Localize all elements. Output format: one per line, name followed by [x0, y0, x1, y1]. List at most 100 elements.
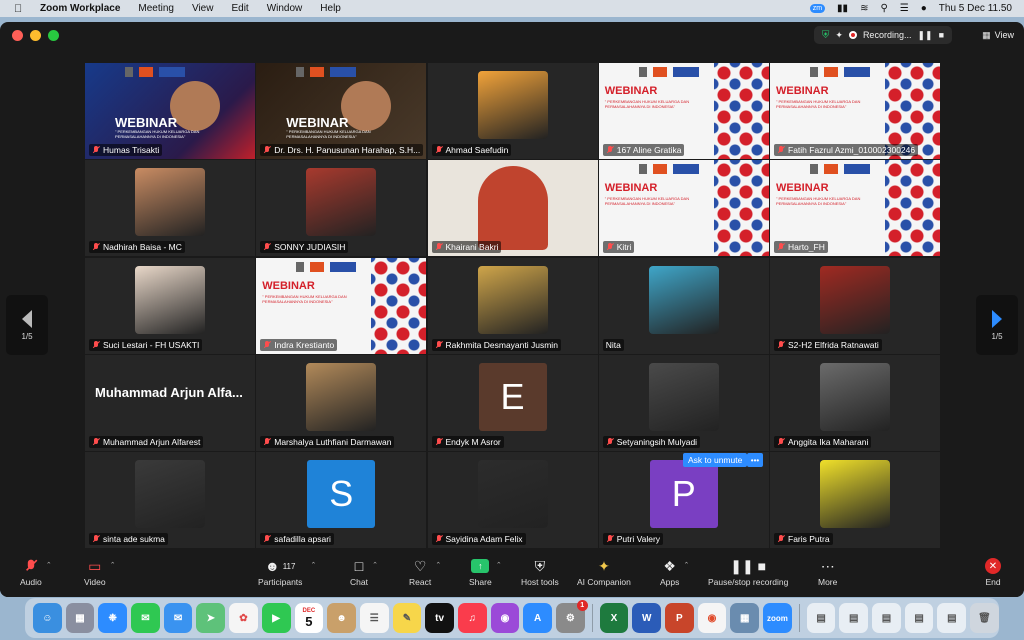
participant-tile[interactable]: WEBINAR " PERKEMBANGAN HUKUM KELUARGA DAN… [256, 63, 427, 159]
document-thumbnail-icon[interactable]: ▤ [904, 603, 934, 633]
apple-icon[interactable]:  [14, 3, 28, 15]
menu-view[interactable]: View [192, 3, 214, 14]
music-icon[interactable]: ♫ [457, 603, 487, 633]
chevron-up-icon[interactable]: ⌃ [684, 561, 690, 569]
menu-help[interactable]: Help [320, 3, 341, 14]
mail-icon[interactable]: ✉ [163, 603, 193, 633]
photos-icon[interactable]: ✿ [229, 603, 258, 633]
menu-app-name[interactable]: Zoom Workplace [40, 3, 120, 14]
fullscreen-window-button[interactable] [48, 29, 59, 41]
participant-tile[interactable]: Ahmad Saefudin [427, 63, 598, 159]
more-button[interactable]: ⋯ More [818, 555, 837, 588]
stop-icon[interactable]: ■ [939, 30, 944, 40]
participant-tile[interactable]: sinta ade sukma [85, 452, 255, 548]
participant-name-label: Suci Lestari - FH USAKTI [89, 338, 203, 351]
zoom-app-icon[interactable]: zoom [763, 603, 792, 633]
document-thumbnail-icon[interactable]: ▤ [872, 603, 901, 633]
audio-button[interactable]: Audio ⌃ [20, 555, 52, 587]
menubar-clock[interactable]: Thu 5 Dec 11.50 [939, 3, 1012, 14]
participant-tile[interactable]: Faris Putra [770, 452, 940, 548]
excel-icon[interactable]: X [599, 603, 629, 633]
participant-tile[interactable]: Nita [598, 257, 769, 354]
zoom-status-icon[interactable]: zm [809, 4, 826, 13]
document-thumbnail-icon[interactable]: ▤ [806, 603, 836, 633]
reminders-icon[interactable]: ☰ [359, 603, 389, 633]
apple-tv-icon[interactable]: tv [425, 603, 454, 633]
participant-tile[interactable]: E Endyk M Asror [427, 354, 598, 451]
document-thumbnail-icon[interactable]: ▤ [937, 603, 967, 633]
minimize-window-button[interactable] [30, 29, 41, 41]
sparkle-icon[interactable]: ✦ [835, 30, 843, 41]
participant-tile[interactable]: SONNY JUDIASIH [256, 160, 427, 257]
wifi-icon[interactable]: ≋ [860, 3, 868, 14]
siri-icon[interactable]: ● [921, 3, 927, 14]
participant-tile[interactable]: WEBINAR " PERKEMBANGAN HUKUM KELUARGA DAN… [85, 63, 255, 159]
podcasts-icon[interactable]: ◉ [490, 603, 520, 633]
participant-tile[interactable]: Anggita Ika Maharani [770, 354, 940, 451]
shield-icon[interactable]: ⛨ [822, 30, 830, 41]
chevron-up-icon[interactable]: ⌃ [372, 561, 378, 569]
battery-icon[interactable]: ▮▮ [837, 3, 848, 14]
chevron-up-icon[interactable]: ⌃ [496, 561, 502, 569]
recording-indicator[interactable]: ⛨ ✦ Recording... ❚❚ ■ [813, 26, 952, 44]
participant-tile[interactable]: WEBINAR " PERKEMBANGAN HUKUM KELUARGA DAN… [770, 63, 940, 159]
video-button[interactable]: ▭ Video ⌃ [84, 555, 116, 588]
participant-tile[interactable]: WEBINAR " PERKEMBANGAN HUKUM KELUARGA DAN… [598, 160, 769, 257]
end-meeting-button[interactable]: ✕ End [985, 555, 1001, 587]
share-button[interactable]: ↑ Share ⌃ [469, 555, 502, 587]
chevron-up-icon[interactable]: ⌃ [435, 561, 441, 569]
participant-tile[interactable]: Ssafadilla apsari [256, 452, 427, 548]
calendar-icon[interactable]: DEC 5 [294, 603, 324, 633]
react-button[interactable]: ♡ React ⌃ [409, 555, 441, 588]
chevron-up-icon[interactable]: ⌃ [46, 561, 52, 569]
ask-to-unmute-button[interactable]: Ask to unmute [683, 453, 748, 467]
participant-tile[interactable]: WEBINAR " PERKEMBANGAN HUKUM KELUARGA DAN… [770, 160, 940, 257]
word-icon[interactable]: W [632, 603, 662, 633]
participant-tile[interactable]: S2-H2 Elfrida Ratnawati [770, 257, 940, 354]
maps-icon[interactable]: ➤ [196, 603, 226, 633]
safari-icon[interactable]: ❉ [98, 603, 128, 633]
participant-tile[interactable]: WEBINAR " PERKEMBANGAN HUKUM KELUARGA DAN… [598, 63, 769, 159]
search-icon[interactable]: ⚲ [880, 3, 887, 14]
participant-tile[interactable]: Nadhirah Baisa - MC [85, 160, 255, 257]
participant-tile[interactable]: Suci Lestari - FH USAKTI [85, 257, 255, 354]
system-settings-icon[interactable]: ⚙ 1 [556, 600, 588, 633]
control-center-icon[interactable]: ☰ [900, 3, 909, 14]
launchpad-icon[interactable]: ▦ [65, 603, 95, 633]
preview-icon[interactable]: ▦ [730, 603, 760, 633]
chat-button[interactable]: □ Chat ⌃ [350, 555, 378, 587]
contacts-icon[interactable]: ☻ [327, 603, 356, 633]
trash-icon[interactable]: 🗑 [970, 603, 999, 633]
document-thumbnail-icon[interactable]: ▤ [839, 603, 869, 633]
ai-companion-button[interactable]: ✦ AI Companion [577, 555, 631, 588]
menu-edit[interactable]: Edit [231, 3, 248, 14]
participant-tile[interactable]: WEBINAR " PERKEMBANGAN HUKUM KELUARGA DAN… [256, 257, 427, 354]
participants-button[interactable]: ☻ 117 Participants ⌃ [258, 555, 316, 587]
participant-tile[interactable]: Muhammad Arjun Alfa... Muhammad Arjun Alf… [85, 354, 255, 451]
close-window-button[interactable] [12, 29, 23, 41]
facetime-icon[interactable]: ▶ [261, 603, 291, 633]
participant-tile[interactable]: Khairani Bakri [427, 160, 598, 257]
powerpoint-icon[interactable]: P [665, 603, 694, 633]
pause-stop-recording-button[interactable]: ❚❚ ■ Pause/stop recording [708, 555, 788, 588]
apps-button[interactable]: ❖ Apps ⌃ [660, 555, 689, 588]
menu-meeting[interactable]: Meeting [138, 3, 174, 14]
pause-icon[interactable]: ❚❚ [917, 30, 932, 41]
participant-more-button[interactable]: ••• [747, 453, 763, 467]
host-tools-button[interactable]: ⛨ Host tools [521, 555, 559, 588]
menu-window[interactable]: Window [267, 3, 303, 14]
next-page-button[interactable]: 1/5 [976, 295, 1018, 355]
participant-tile[interactable]: Rakhmita Desmayanti Jusmin [427, 257, 598, 354]
participant-tile[interactable]: Setyaningsih Mulyadi [598, 354, 769, 451]
chevron-up-icon[interactable]: ⌃ [311, 561, 317, 569]
chevron-up-icon[interactable]: ⌃ [110, 561, 116, 569]
participant-tile[interactable]: Sayidina Adam Felix [427, 452, 598, 548]
chrome-icon[interactable]: ◉ [697, 603, 727, 633]
notes-icon[interactable]: ✎ [392, 603, 422, 633]
finder-icon[interactable]: ☺ [33, 603, 62, 633]
app-store-icon[interactable]: A [523, 603, 552, 633]
messages-icon[interactable]: ✉ [131, 603, 160, 633]
view-button[interactable]: ▦ View [982, 26, 1014, 44]
previous-page-button[interactable]: 1/5 [6, 295, 48, 355]
participant-tile[interactable]: Marshalya Luthfiani Darmawan [256, 354, 427, 451]
